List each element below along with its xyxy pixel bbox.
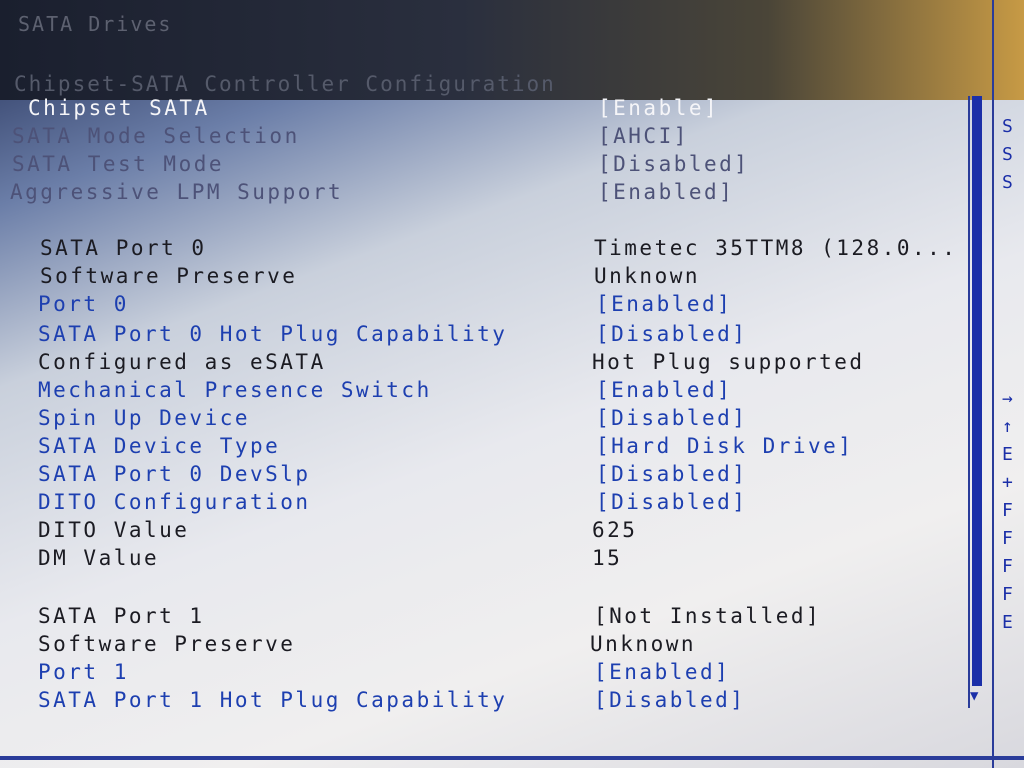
help-key: E [1002, 612, 1013, 633]
setting-label: DITO Value [38, 518, 190, 542]
page-title: SATA Drives [18, 12, 173, 36]
setting-value: [Disabled] [596, 322, 748, 346]
help-key: E [1002, 444, 1013, 465]
setting-label: SATA Test Mode [12, 152, 225, 176]
help-key: + [1002, 472, 1013, 493]
setting-label: Port 1 [38, 660, 129, 684]
scroll-thumb[interactable] [972, 96, 982, 686]
setting-label: SATA Port 0 DevSlp [38, 462, 311, 486]
setting-label: SATA Port 1 Hot Plug Capability [38, 688, 508, 712]
setting-label: Mechanical Presence Switch [38, 378, 432, 402]
help-key: → [1002, 388, 1013, 409]
setting-value: [Not Installed] [594, 604, 822, 628]
setting-label: SATA Mode Selection [12, 124, 300, 148]
help-key: F [1002, 500, 1013, 521]
setting-value: [Hard Disk Drive] [596, 434, 854, 458]
setting-label: DITO Configuration [38, 490, 311, 514]
setting-value: [Disabled] [596, 490, 748, 514]
setting-label: SATA Device Type [38, 434, 281, 458]
help-key: F [1002, 528, 1013, 549]
help-panel: S S S → ↑ E + F F F F E [992, 0, 1024, 768]
help-key: S [1002, 116, 1013, 137]
setting-label: Spin Up Device [38, 406, 251, 430]
section-title: Chipset-SATA Controller Configuration [14, 72, 556, 96]
setting-value: [Enabled] [594, 660, 731, 684]
setting-label: DM Value [38, 546, 160, 570]
setting-value: [Disabled] [596, 406, 748, 430]
help-key: F [1002, 584, 1013, 605]
setting-value: [Disabled] [594, 688, 746, 712]
setting-label: Software Preserve [38, 632, 296, 656]
setting-value: Timetec 35TTM8 (128.0... [594, 236, 958, 260]
setting-label: Configured as eSATA [38, 350, 326, 374]
bottom-border [0, 756, 1024, 760]
help-key: S [1002, 144, 1013, 165]
setting-label: Port 0 [38, 292, 129, 316]
help-key: F [1002, 556, 1013, 577]
help-key: S [1002, 172, 1013, 193]
setting-value: [Enable] [598, 96, 720, 120]
setting-label: SATA Port 0 Hot Plug Capability [38, 322, 508, 346]
setting-value: 625 [592, 518, 638, 542]
setting-label: Software Preserve [40, 264, 298, 288]
setting-label: Aggressive LPM Support [10, 180, 344, 204]
setup-main-panel: SATA Drives Chipset-SATA Controller Conf… [0, 0, 990, 760]
setting-label: Chipset SATA [28, 96, 210, 120]
setting-value: [Enabled] [596, 292, 733, 316]
setting-value: [Disabled] [596, 462, 748, 486]
setting-value: 15 [592, 546, 623, 570]
setting-value: [Enabled] [598, 180, 735, 204]
setting-value: [Disabled] [598, 152, 750, 176]
setting-label: SATA Port 0 [40, 236, 207, 260]
setting-value: [AHCI] [598, 124, 689, 148]
setting-value: [Enabled] [596, 378, 733, 402]
scroll-down-arrow-icon[interactable]: ▼ [970, 688, 978, 704]
setting-value: Hot Plug supported [592, 350, 865, 374]
setting-label: SATA Port 1 [38, 604, 205, 628]
vertical-scrollbar[interactable]: ▼ [968, 96, 986, 708]
setting-value: Unknown [594, 264, 701, 288]
help-key: ↑ [1002, 416, 1013, 437]
setting-value: Unknown [590, 632, 697, 656]
